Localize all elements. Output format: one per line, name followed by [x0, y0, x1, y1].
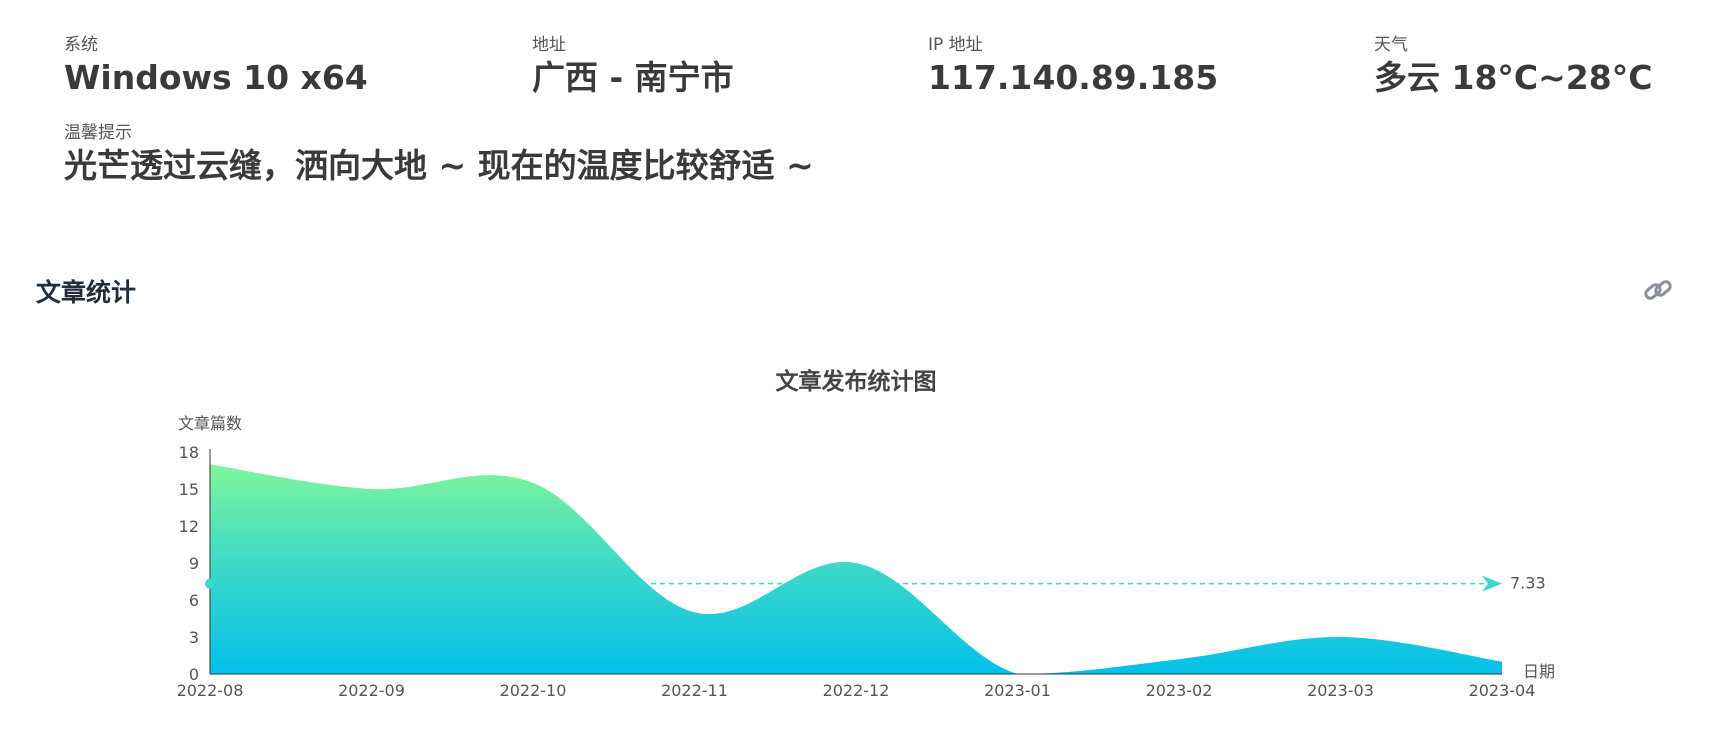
x-tick-label: 2023-02: [1146, 681, 1213, 700]
x-axis-label: 日期: [1523, 662, 1555, 681]
average-line-arrow: [1482, 575, 1502, 592]
y-tick-label: 15: [179, 480, 199, 499]
weather-label: 天气: [1374, 35, 1408, 55]
weather-value: 多云 18°C~28°C: [1374, 58, 1653, 97]
chart-area-layer: [210, 464, 1502, 674]
section-title: 文章统计: [36, 278, 137, 307]
link-icon[interactable]: [1642, 274, 1674, 306]
tip-label: 温馨提示: [64, 123, 132, 143]
x-tick-label: 2023-03: [1307, 681, 1374, 700]
address-value: 广西 - 南宁市: [532, 58, 734, 97]
y-axis-label: 文章篇数: [178, 414, 242, 433]
x-tick-label: 2022-11: [661, 681, 728, 700]
x-tick-label: 2023-01: [984, 681, 1051, 700]
y-tick-label: 6: [189, 591, 199, 610]
x-tick-label: 2022-12: [823, 681, 890, 700]
x-tick-label: 2023-04: [1469, 681, 1536, 700]
x-tick-label: 2022-08: [177, 681, 244, 700]
average-value-label: 7.33: [1510, 574, 1546, 593]
x-tick-label: 2022-10: [500, 681, 567, 700]
y-tick-label: 18: [179, 443, 199, 462]
tip-value: 光芒透过云缝，洒向大地 ~ 现在的温度比较舒适 ~: [64, 146, 814, 185]
ip-info: IP 地址 117.140.89.185: [928, 34, 1218, 98]
tip-info: 温馨提示 光芒透过云缝，洒向大地 ~ 现在的温度比较舒适 ~: [64, 122, 814, 186]
address-label: 地址: [532, 35, 566, 55]
address-info: 地址 广西 - 南宁市: [532, 34, 734, 98]
series-area: [210, 464, 1502, 674]
y-tick-label: 12: [179, 517, 199, 536]
y-tick-labels: 0369121518: [179, 443, 199, 684]
y-tick-label: 3: [189, 628, 199, 647]
ip-value: 117.140.89.185: [928, 58, 1219, 97]
system-label: 系统: [64, 35, 98, 55]
system-info: 系统 Windows 10 x64: [64, 34, 368, 98]
x-tick-labels: 2022-08 2022-09 2022-10 2022-11 2022-12 2023-…: [177, 681, 1536, 700]
system-value: Windows 10 x64: [64, 58, 368, 97]
chart-title: 文章发布统计图: [776, 368, 937, 395]
y-tick-label: 9: [189, 554, 199, 573]
x-tick-label: 2022-09: [338, 681, 405, 700]
ip-label: IP 地址: [928, 35, 983, 55]
article-chart: 文章发布统计图 文章篇数 日期 7.33 0369121518 2022-08 2…: [177, 368, 1555, 700]
weather-info: 天气 多云 18°C~28°C: [1374, 34, 1652, 98]
